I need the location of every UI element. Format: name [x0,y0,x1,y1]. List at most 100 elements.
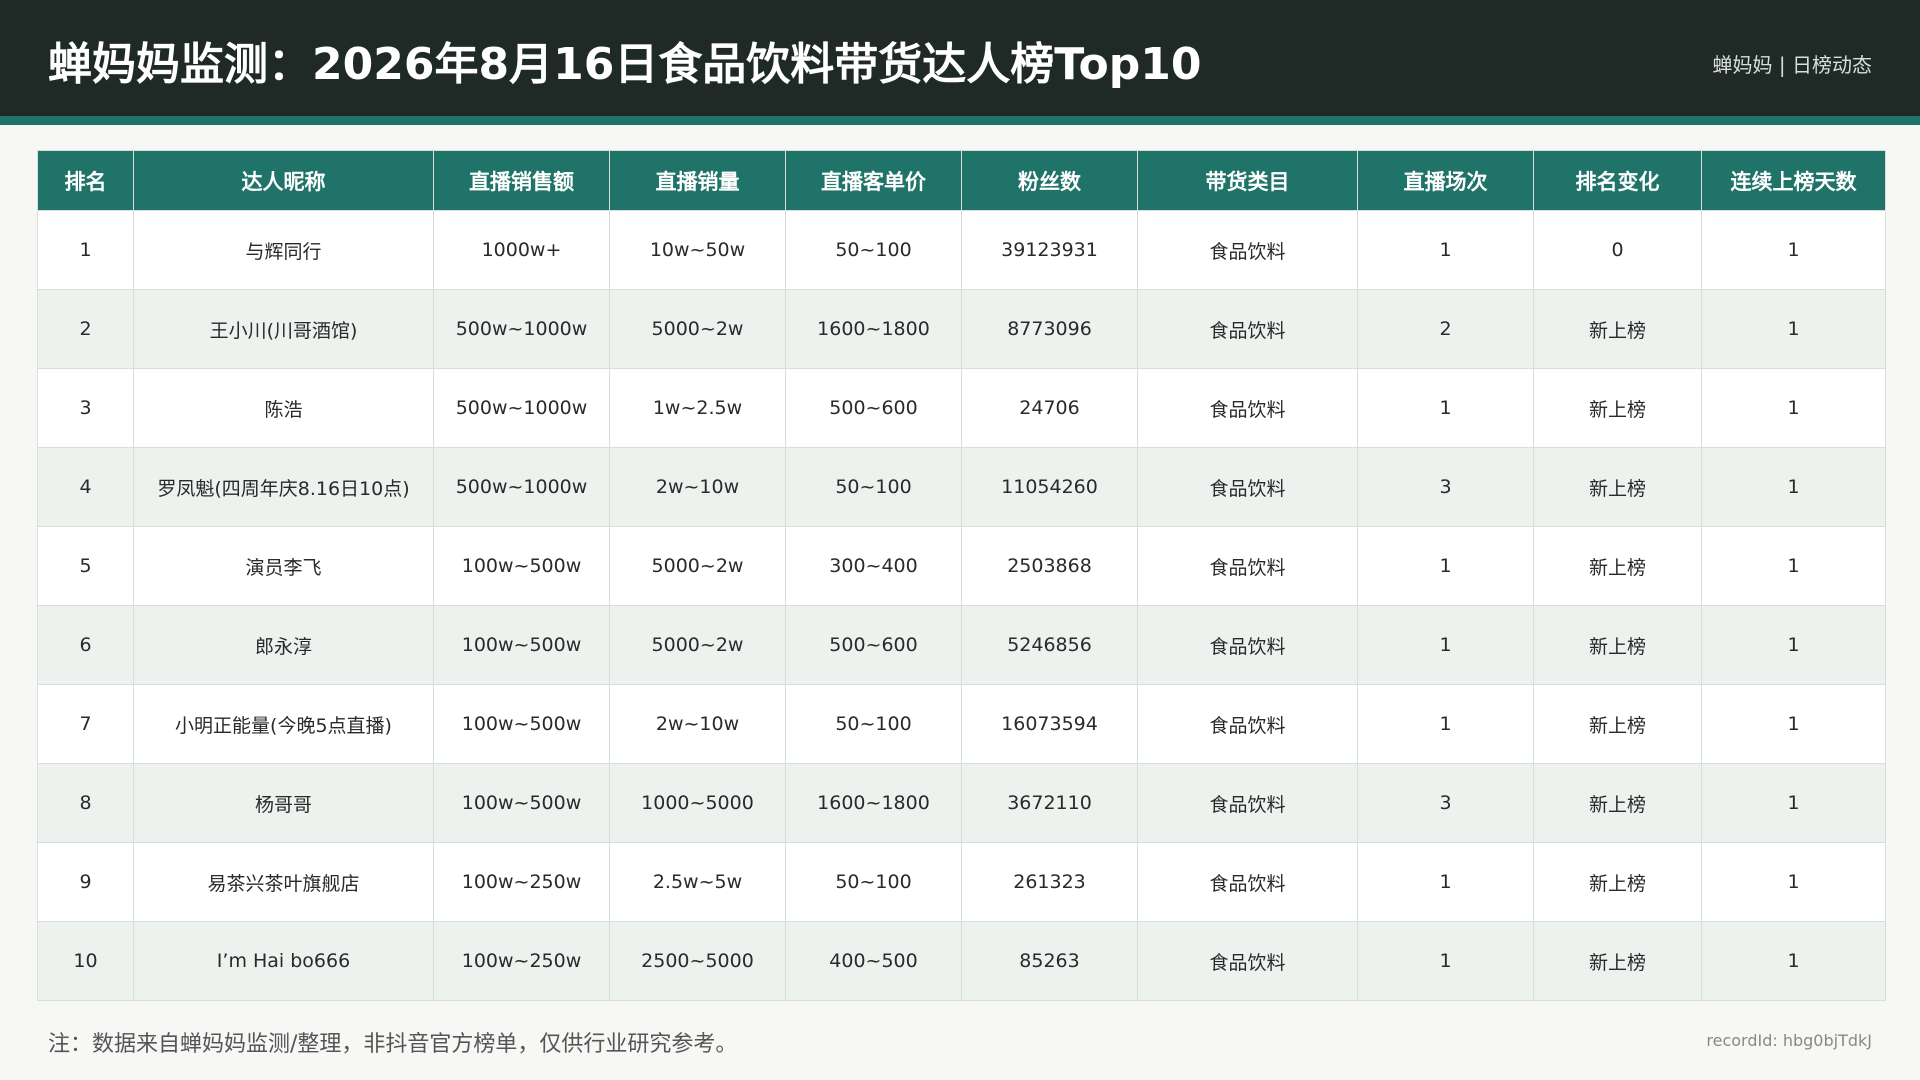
cell-followers: 261323 [961,842,1138,922]
column-header-live-sales-volume[interactable]: 直播销量 [609,150,786,211]
cell-live-sales-amount: 100w~500w [433,605,610,685]
cell-avg-order-price: 400~500 [785,921,962,1001]
cell-live-sales-amount: 500w~1000w [433,368,610,448]
cell-nickname: 郎永淳 [133,605,434,685]
cell-rank-change: 新上榜 [1533,921,1702,1001]
cell-live-sessions: 1 [1357,605,1534,685]
cell-live-sessions: 3 [1357,447,1534,527]
table-row[interactable]: 4 罗凤魁(四周年庆8.16日10点) 500w~1000w 2w~10w 50~100… [37,447,1886,527]
cell-consecutive-days: 1 [1701,289,1886,369]
cell-avg-order-price: 50~100 [785,447,962,527]
cell-nickname: 与辉同行 [133,210,434,290]
cell-followers: 85263 [961,921,1138,1001]
cell-followers: 24706 [961,368,1138,448]
cell-rank: 6 [37,605,134,685]
cell-rank-change: 新上榜 [1533,289,1702,369]
ranking-table: 排名 达人昵称 直播销售额 直播销量 直播客单价 粉丝数 带货类目 直播场次 排… [37,150,1886,1001]
cell-consecutive-days: 1 [1701,763,1886,843]
column-header-rank[interactable]: 排名 [37,150,134,211]
cell-rank-change: 新上榜 [1533,368,1702,448]
cell-nickname: 王小川(川哥酒馆) [133,289,434,369]
cell-live-sales-amount: 100w~500w [433,684,610,764]
cell-rank-change: 新上榜 [1533,763,1702,843]
cell-live-sales-volume: 5000~2w [609,289,786,369]
cell-followers: 5246856 [961,605,1138,685]
cell-rank: 8 [37,763,134,843]
table-row[interactable]: 9 易茶兴茶叶旗舰店 100w~250w 2.5w~5w 50~100 261323 食品饮… [37,842,1886,922]
cell-live-sales-volume: 1000~5000 [609,763,786,843]
cell-live-sessions: 3 [1357,763,1534,843]
table-row[interactable]: 7 小明正能量(今晚5点直播) 100w~500w 2w~10w 50~100 16073… [37,684,1886,764]
cell-category: 食品饮料 [1137,605,1358,685]
page-header: 蝉妈妈监测：2026年8月16日食品饮料带货达人榜Top10 蝉妈妈 | 日榜动… [0,0,1920,116]
column-header-rank-change[interactable]: 排名变化 [1533,150,1702,211]
cell-rank: 5 [37,526,134,606]
cell-followers: 2503868 [961,526,1138,606]
table-row[interactable]: 2 王小川(川哥酒馆) 500w~1000w 5000~2w 1600~1800 8773… [37,289,1886,369]
cell-avg-order-price: 50~100 [785,684,962,764]
cell-category: 食品饮料 [1137,684,1358,764]
cell-category: 食品饮料 [1137,842,1358,922]
cell-avg-order-price: 300~400 [785,526,962,606]
cell-rank-change: 0 [1533,210,1702,290]
cell-category: 食品饮料 [1137,447,1358,527]
cell-avg-order-price: 500~600 [785,605,962,685]
column-header-live-sessions[interactable]: 直播场次 [1357,150,1534,211]
cell-category: 食品饮料 [1137,921,1358,1001]
cell-live-sessions: 1 [1357,921,1534,1001]
cell-live-sales-amount: 100w~250w [433,842,610,922]
cell-consecutive-days: 1 [1701,921,1886,1001]
cell-live-sales-volume: 2w~10w [609,447,786,527]
cell-nickname: I’m Hai bo666 [133,921,434,1001]
cell-rank: 3 [37,368,134,448]
cell-rank: 10 [37,921,134,1001]
column-header-live-sales-amount[interactable]: 直播销售额 [433,150,610,211]
table-row[interactable]: 3 陈浩 500w~1000w 1w~2.5w 500~600 24706 食品饮料 1 新上榜… [37,368,1886,448]
cell-rank-change: 新上榜 [1533,842,1702,922]
cell-consecutive-days: 1 [1701,368,1886,448]
column-header-avg-order-price[interactable]: 直播客单价 [785,150,962,211]
column-header-followers[interactable]: 粉丝数 [961,150,1138,211]
table-body: 1 与辉同行 1000w+ 10w~50w 50~100 39123931 食品饮料 1 0 1 2… [37,210,1886,1001]
cell-category: 食品饮料 [1137,289,1358,369]
record-id: recordId: hbg0bjTdkJ [1706,1031,1872,1050]
cell-live-sales-volume: 2500~5000 [609,921,786,1001]
cell-live-sessions: 2 [1357,289,1534,369]
cell-followers: 11054260 [961,447,1138,527]
cell-live-sessions: 1 [1357,684,1534,764]
ranking-table-container: 排名 达人昵称 直播销售额 直播销量 直播客单价 粉丝数 带货类目 直播场次 排… [37,150,1886,1001]
cell-rank-change: 新上榜 [1533,605,1702,685]
cell-live-sales-volume: 1w~2.5w [609,368,786,448]
cell-live-sales-volume: 5000~2w [609,526,786,606]
cell-nickname: 杨哥哥 [133,763,434,843]
table-row[interactable]: 1 与辉同行 1000w+ 10w~50w 50~100 39123931 食品饮料 1 0 1 [37,210,1886,290]
cell-live-sales-amount: 1000w+ [433,210,610,290]
table-row[interactable]: 8 杨哥哥 100w~500w 1000~5000 1600~1800 3672110 食品… [37,763,1886,843]
cell-followers: 8773096 [961,289,1138,369]
cell-consecutive-days: 1 [1701,605,1886,685]
cell-category: 食品饮料 [1137,763,1358,843]
column-header-consecutive-days[interactable]: 连续上榜天数 [1701,150,1886,211]
cell-category: 食品饮料 [1137,526,1358,606]
cell-avg-order-price: 500~600 [785,368,962,448]
cell-nickname: 陈浩 [133,368,434,448]
cell-live-sales-volume: 5000~2w [609,605,786,685]
cell-rank-change: 新上榜 [1533,526,1702,606]
column-header-nickname[interactable]: 达人昵称 [133,150,434,211]
cell-consecutive-days: 1 [1701,842,1886,922]
table-row[interactable]: 10 I’m Hai bo666 100w~250w 2500~5000 400~500… [37,921,1886,1001]
cell-live-sales-amount: 100w~500w [433,526,610,606]
cell-live-sales-amount: 100w~500w [433,763,610,843]
table-row[interactable]: 6 郎永淳 100w~500w 5000~2w 500~600 5246856 食品饮料 1 新… [37,605,1886,685]
column-header-category[interactable]: 带货类目 [1137,150,1358,211]
cell-live-sessions: 1 [1357,210,1534,290]
cell-consecutive-days: 1 [1701,447,1886,527]
cell-consecutive-days: 1 [1701,210,1886,290]
table-row[interactable]: 5 演员李飞 100w~500w 5000~2w 300~400 2503868 食品饮料 1… [37,526,1886,606]
cell-live-sessions: 1 [1357,526,1534,606]
cell-nickname: 小明正能量(今晚5点直播) [133,684,434,764]
cell-nickname: 易茶兴茶叶旗舰店 [133,842,434,922]
cell-live-sales-amount: 500w~1000w [433,289,610,369]
header-accent-bar [0,116,1920,125]
cell-live-sales-amount: 500w~1000w [433,447,610,527]
